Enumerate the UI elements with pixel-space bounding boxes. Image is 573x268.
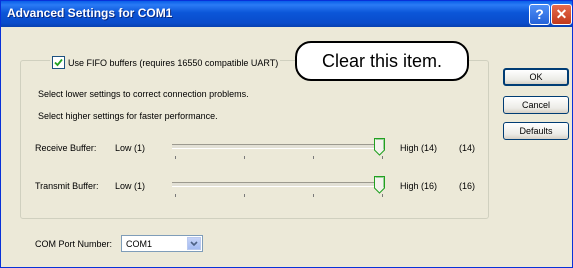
close-button[interactable]: ✕	[551, 4, 572, 25]
receive-slider-thumb[interactable]	[373, 138, 385, 156]
com-port-label: COM Port Number:	[35, 239, 113, 249]
dropdown-arrow-button[interactable]	[187, 237, 201, 250]
cancel-button[interactable]: Cancel	[503, 96, 569, 114]
instruction-callout: Clear this item.	[295, 41, 469, 81]
check-icon	[54, 58, 63, 67]
fifo-checkbox[interactable]	[52, 56, 65, 69]
ok-button[interactable]: OK	[503, 68, 569, 86]
fifo-checkbox-label: Use FIFO buffers (requires 16550 compati…	[68, 57, 279, 68]
fifo-groupbox	[20, 60, 489, 219]
com-port-selected-value: COM1	[126, 239, 153, 249]
hint-higher: Select higher settings for faster perfor…	[38, 111, 218, 121]
com-port-select[interactable]: COM1	[121, 235, 203, 252]
receive-tick	[244, 156, 245, 159]
receive-tick	[382, 156, 383, 159]
help-button[interactable]: ?	[529, 4, 550, 25]
transmit-slider-track[interactable]	[172, 182, 385, 187]
transmit-tick	[175, 194, 176, 197]
transmit-high-label: High (16)	[400, 181, 438, 191]
fifo-checkbox-row[interactable]: Use FIFO buffers (requires 16550 compati…	[50, 56, 281, 69]
receive-low-label: Low (1)	[115, 143, 146, 153]
chevron-down-icon	[190, 241, 198, 247]
window-title: Advanced Settings for COM1	[7, 6, 173, 20]
transmit-slider-thumb[interactable]	[373, 176, 385, 194]
advanced-settings-dialog: Advanced Settings for COM1 ? ✕ Use FIFO …	[0, 0, 573, 268]
receive-high-label: High (14)	[400, 143, 438, 153]
title-bar[interactable]: Advanced Settings for COM1 ? ✕	[1, 1, 572, 27]
transmit-buffer-label: Transmit Buffer:	[35, 181, 99, 191]
receive-buffer-label: Receive Buffer:	[35, 143, 97, 153]
transmit-tick	[382, 194, 383, 197]
transmit-tick	[244, 194, 245, 197]
hint-lower: Select lower settings to correct connect…	[38, 89, 249, 99]
defaults-button[interactable]: Defaults	[503, 122, 569, 140]
receive-tick	[175, 156, 176, 159]
receive-tick	[313, 156, 314, 159]
transmit-tick	[313, 194, 314, 197]
receive-value: (14)	[459, 143, 476, 153]
transmit-value: (16)	[459, 181, 476, 191]
receive-slider-track[interactable]	[172, 144, 385, 149]
transmit-low-label: Low (1)	[115, 181, 146, 191]
